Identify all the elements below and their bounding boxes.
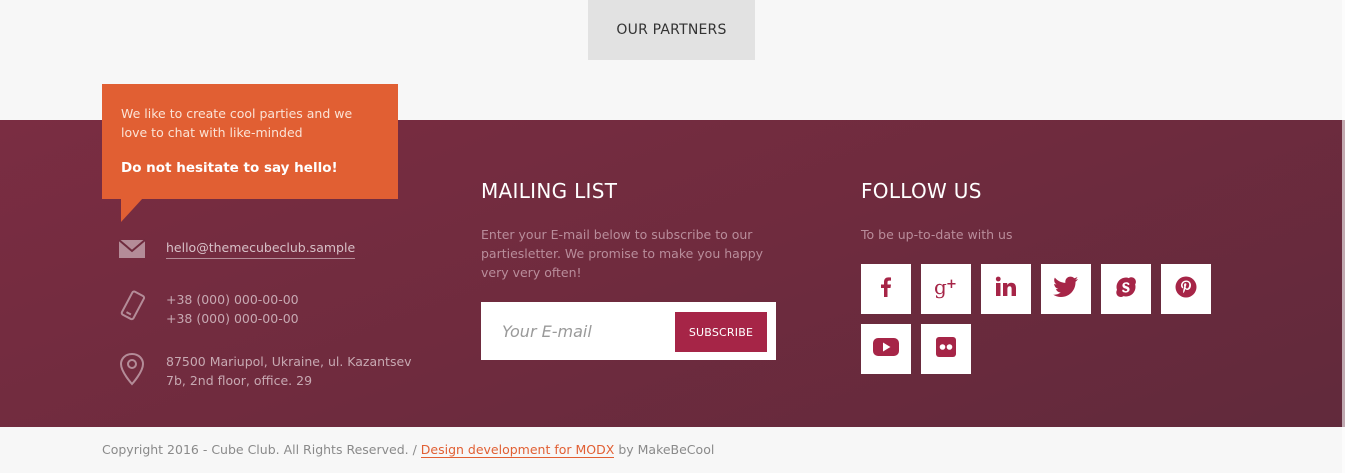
svg-text:+: +: [946, 277, 957, 292]
phone-number-2: +38 (000) 000-00-00: [166, 311, 299, 326]
twitter-button[interactable]: [1041, 264, 1091, 314]
contact-address: 87500 Mariupol, Ukraine, ul. Kazantsev 7…: [166, 352, 412, 390]
copyright-suffix: by MakeBeCool: [618, 442, 715, 457]
contact-phones: +38 (000) 000-00-00 +38 (000) 000-00-00: [166, 290, 299, 328]
address-line-2: 7b, 2nd floor, office. 29: [166, 373, 313, 388]
follow-us-title: FOLLOW US: [861, 179, 982, 203]
facebook-icon: [874, 275, 898, 303]
linkedin-button[interactable]: [981, 264, 1031, 314]
our-partners-tab[interactable]: OUR PARTNERS: [588, 0, 755, 60]
pinterest-button[interactable]: [1161, 264, 1211, 314]
contact-callout: We like to create cool parties and we lo…: [102, 84, 398, 199]
skype-icon: [1114, 275, 1138, 303]
skype-button[interactable]: [1101, 264, 1151, 314]
follow-us-description: To be up-to-date with us: [861, 227, 1013, 242]
facebook-button[interactable]: [861, 264, 911, 314]
subscribe-button[interactable]: SUBSCRIBE: [675, 312, 767, 352]
address-line-1: 87500 Mariupol, Ukraine, ul. Kazantsev: [166, 354, 412, 369]
flickr-icon: [934, 335, 958, 363]
pinterest-icon: [1174, 275, 1198, 303]
mailing-list-title: MAILING LIST: [481, 179, 618, 203]
copyright-text: Copyright 2016 - Cube Club. All Rights R…: [102, 442, 417, 457]
design-development-link[interactable]: Design development for MODX: [420, 442, 615, 458]
linkedin-icon: [994, 275, 1018, 303]
callout-text: We like to create cool parties and we lo…: [121, 106, 353, 140]
callout-tail: [121, 198, 143, 222]
google-plus-icon: g +: [933, 275, 959, 303]
youtube-icon: [872, 336, 900, 362]
phone-number-1: +38 (000) 000-00-00: [166, 292, 299, 307]
location-pin-icon: [118, 352, 146, 386]
phone-icon: [118, 290, 146, 324]
callout-heading: Do not hesitate to say hello!: [121, 160, 338, 176]
mail-icon: [118, 238, 146, 272]
contact-email-link[interactable]: hello@themecubeclub.sample: [166, 238, 356, 259]
youtube-button[interactable]: [861, 324, 911, 374]
flickr-button[interactable]: [921, 324, 971, 374]
google-plus-button[interactable]: g +: [921, 264, 971, 314]
twitter-icon: [1053, 276, 1079, 302]
contact-email-row: hello@themecubeclub.sample: [118, 238, 356, 272]
contact-address-row: 87500 Mariupol, Ukraine, ul. Kazantsev 7…: [118, 352, 412, 390]
contact-phone-row: +38 (000) 000-00-00 +38 (000) 000-00-00: [118, 290, 299, 328]
email-input[interactable]: [481, 302, 671, 360]
mailing-list-description: Enter your E-mail below to subscribe to …: [481, 227, 764, 280]
copyright-line: Copyright 2016 - Cube Club. All Rights R…: [102, 442, 715, 458]
